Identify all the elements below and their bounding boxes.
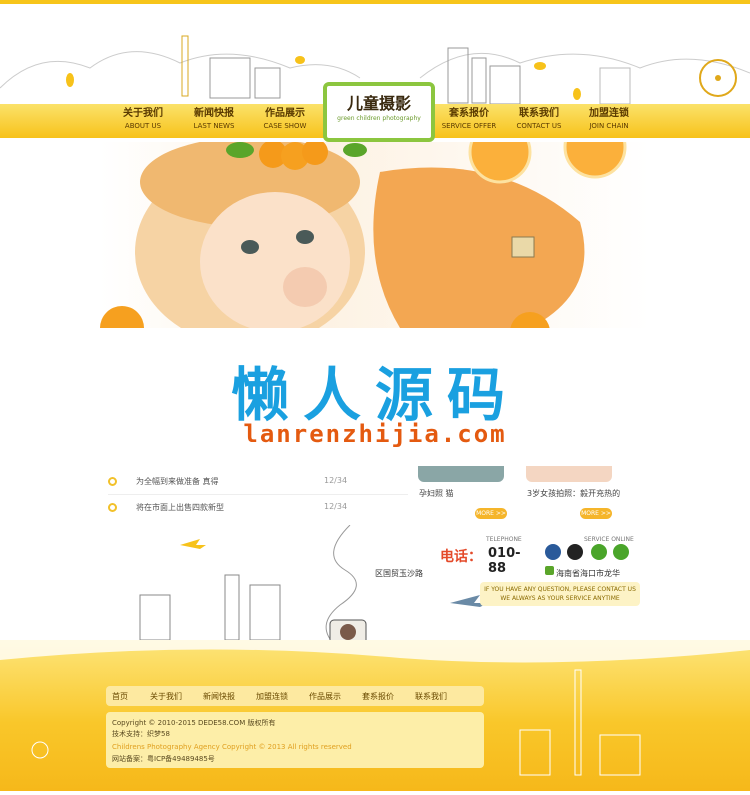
footer-link-about[interactable]: 关于我们 [150, 691, 182, 702]
telephone-label: 电话： [440, 549, 482, 565]
msn-icon[interactable] [613, 544, 629, 560]
footer-link-offer[interactable]: 套系报价 [362, 691, 394, 702]
address-text: 海南省海口市龙华 [556, 569, 620, 578]
online-service-icons [545, 544, 635, 564]
service-online-label: SERVICE ONLINE [584, 536, 634, 543]
list-item[interactable]: 将在市面上出售四款新型 12/34 [108, 498, 358, 520]
nav-item-about-us[interactable]: 关于我们 ABOUT US [110, 107, 176, 135]
qq-icon[interactable] [567, 544, 583, 560]
nav-label-cn: 作品展示 [265, 108, 305, 119]
footer-link-works[interactable]: 作品展示 [309, 691, 341, 702]
news-date: 12/34 [324, 476, 348, 485]
baby-photo-image [100, 142, 627, 328]
copyright-en-text: Childrens Photography Agency Copyright ©… [112, 743, 352, 751]
slogan-line: IF YOU HAVE ANY QUESTION, PLEASE CONTACT… [484, 586, 636, 593]
footer-link-news[interactable]: 新闻快报 [203, 691, 235, 702]
bullet-icon [108, 503, 117, 512]
nav-label-cn: 新闻快报 [194, 108, 234, 119]
more-button[interactable]: MORE >> [580, 508, 612, 519]
footer-link-home[interactable]: 首页 [112, 691, 128, 702]
nav-label-en: LAST NEWS [193, 122, 235, 130]
work-thumbnail[interactable] [418, 466, 504, 482]
news-title: 为全幅到来做准备 真得 [136, 477, 219, 486]
nav-label-cn: 套系报价 [449, 108, 489, 119]
header-top-line [0, 0, 750, 4]
header: 关于我们 ABOUT US 新闻快报 LAST NEWS 作品展示 CASE S… [0, 0, 750, 142]
nav-label-en: SERVICE OFFER [441, 122, 497, 130]
site-logo[interactable]: 儿童摄影 green children photography [323, 82, 435, 142]
nav-item-contact-us[interactable]: 联系我们 CONTACT US [506, 107, 572, 135]
nav-label-cn: 联系我们 [519, 108, 559, 119]
logo-title: 儿童摄影 [346, 94, 411, 113]
work-thumbnail[interactable] [526, 466, 612, 482]
footer-link-contact[interactable]: 联系我们 [415, 691, 447, 702]
footer-info: Copyright © 2010-2015 DEDE58.COM 版权所有 技术… [106, 712, 484, 768]
nav-item-join-chain[interactable]: 加盟连锁 JOIN CHAIN [576, 107, 642, 135]
nav-label-cn: 加盟连锁 [589, 108, 629, 119]
news-date: 12/34 [324, 502, 348, 511]
nav-item-last-news[interactable]: 新闻快报 LAST NEWS [181, 107, 247, 135]
location-icon [545, 566, 554, 575]
list-item[interactable]: 为全幅到来做准备 真得 12/34 [108, 472, 358, 494]
nav-item-case-show[interactable]: 作品展示 CASE SHOW [252, 107, 318, 135]
nav-label-en: CASE SHOW [263, 122, 307, 130]
icp-text: 网站备案：粤ICP备49489485号 [112, 755, 215, 763]
qq-icon[interactable] [545, 544, 561, 560]
msn-icon[interactable] [591, 544, 607, 560]
nav-label-cn: 关于我们 [123, 108, 163, 119]
work-caption: 孕妇照 猫 [419, 489, 454, 498]
logo-subtitle: green children photography [337, 115, 421, 122]
telephone-en-label: TELEPHONE [486, 536, 522, 543]
slogan-line: WE ALWAYS AS YOUR SERVICE ANYTIME [500, 595, 620, 602]
news-title: 将在市面上出售四款新型 [136, 503, 224, 512]
work-caption: 3岁女孩拍照：毅开充热的 [527, 489, 621, 498]
nav-label-en: CONTACT US [516, 122, 562, 130]
contact-slogan: IF YOU HAVE ANY QUESTION, PLEASE CONTACT… [480, 582, 640, 606]
telephone-number: 010-88 [488, 546, 521, 576]
watermark-url: lanrenzhijia.com [243, 420, 507, 448]
copyright-text: Copyright © 2010-2015 DEDE58.COM 版权所有 [112, 719, 276, 727]
divider [108, 494, 408, 495]
footer-link-join[interactable]: 加盟连锁 [256, 691, 288, 702]
bullet-icon [108, 477, 117, 486]
nav-label-en: JOIN CHAIN [589, 122, 629, 130]
footer-nav: 首页 关于我们 新闻快报 加盟连锁 作品展示 套系报价 联系我们 [106, 686, 484, 706]
hero-banner [100, 142, 650, 328]
nav-item-service-offer[interactable]: 套系报价 SERVICE OFFER [436, 107, 502, 135]
more-button[interactable]: MORE >> [475, 508, 507, 519]
address-road-text: 区国贸玉沙路 [375, 569, 423, 578]
tech-support-text: 技术支持：织梦58 [112, 730, 170, 738]
nav-label-en: ABOUT US [124, 122, 162, 130]
telephone-block: TELEPHONE 电话： 010-88 [440, 536, 530, 576]
